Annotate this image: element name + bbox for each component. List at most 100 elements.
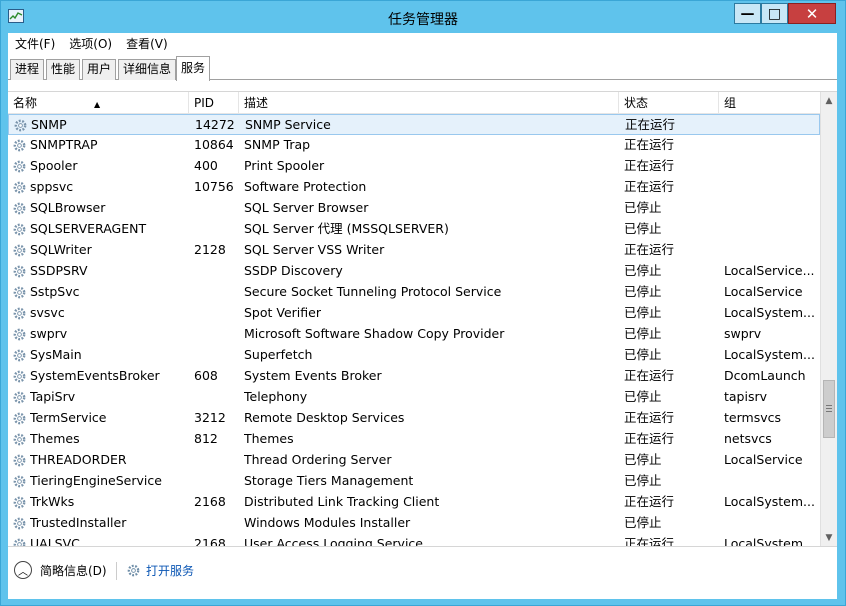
service-pid <box>194 513 240 534</box>
table-row[interactable]: svsvc Spot Verifier 已停止 LocalSystem... <box>8 303 820 324</box>
minimize-icon: — <box>740 5 755 22</box>
table-row[interactable]: SNMPTRAP 10864 SNMP Trap 正在运行 <box>8 135 820 156</box>
service-description: Windows Modules Installer <box>244 515 411 530</box>
close-icon: ✕ <box>805 4 819 23</box>
services-gear-icon <box>127 564 140 577</box>
table-row[interactable]: SysMain Superfetch 已停止 LocalSystem... <box>8 345 820 366</box>
service-description: SQL Server Browser <box>244 200 369 215</box>
table-row[interactable]: SQLWriter 2128 SQL Server VSS Writer 正在运行 <box>8 240 820 261</box>
service-name: SQLSERVERAGENT <box>30 221 147 236</box>
column-header-pid[interactable]: PID <box>189 92 239 114</box>
service-gear-icon <box>13 139 26 152</box>
tab-performance[interactable]: 性能 <box>46 59 81 80</box>
menu-options[interactable]: 选项(O) <box>62 33 119 55</box>
tab-users[interactable]: 用户 <box>82 59 117 80</box>
service-group <box>724 177 818 198</box>
service-description: SQL Server VSS Writer <box>244 242 385 257</box>
service-pid <box>194 219 240 240</box>
menu-view[interactable]: 查看(V) <box>119 33 175 55</box>
footer-bar: ︿ 简略信息(D) 打开服务 <box>8 547 837 599</box>
service-gear-icon <box>13 475 26 488</box>
service-status: 已停止 <box>624 473 662 488</box>
service-status: 已停止 <box>624 305 662 320</box>
menu-file[interactable]: 文件(F) <box>8 33 62 55</box>
scroll-up-button[interactable]: ▲ <box>821 92 837 109</box>
service-name: SystemEventsBroker <box>30 368 160 383</box>
vertical-scrollbar[interactable]: ▲ ▼ <box>820 92 837 546</box>
table-row[interactable]: SstpSvc Secure Socket Tunneling Protocol … <box>8 282 820 303</box>
service-pid: 3212 <box>194 410 226 425</box>
service-status: 正在运行 <box>624 242 675 257</box>
service-status: 已停止 <box>624 452 662 467</box>
table-row[interactable]: TieringEngineService Storage Tiers Manage… <box>8 471 820 492</box>
scroll-thumb[interactable] <box>823 380 835 438</box>
maximize-icon: □ <box>767 5 782 22</box>
service-group: LocalSystem... <box>724 494 815 509</box>
service-group <box>724 513 818 534</box>
column-header-description[interactable]: 描述 <box>239 92 619 114</box>
service-gear-icon <box>13 223 26 236</box>
service-group: swprv <box>724 326 762 341</box>
service-status: 已停止 <box>624 221 662 236</box>
table-row[interactable]: SNMP 14272 SNMP Service 正在运行 <box>8 114 820 135</box>
table-row[interactable]: Spooler 400 Print Spooler 正在运行 <box>8 156 820 177</box>
service-status: 正在运行 <box>624 137 675 152</box>
service-description: Software Protection <box>244 179 367 194</box>
service-description: Microsoft Software Shadow Copy Provider <box>244 326 505 341</box>
service-pid <box>194 345 240 366</box>
table-row[interactable]: Themes 812 Themes 正在运行 netsvcs <box>8 429 820 450</box>
table-row[interactable]: TrustedInstaller Windows Modules Installe… <box>8 513 820 534</box>
service-name: SysMain <box>30 347 82 362</box>
table-row[interactable]: THREADORDER Thread Ordering Server 已停止 Loca… <box>8 450 820 471</box>
service-description: Telephony <box>244 389 308 404</box>
service-gear-icon <box>14 119 27 132</box>
table-row[interactable]: SSDPSRV SSDP Discovery 已停止 LocalService... <box>8 261 820 282</box>
close-button[interactable]: ✕ <box>788 3 836 24</box>
service-pid: 10864 <box>194 137 234 152</box>
service-status: 正在运行 <box>624 179 675 194</box>
column-header-group[interactable]: 组 <box>719 92 820 114</box>
tab-details[interactable]: 详细信息 <box>118 59 177 80</box>
table-row[interactable]: UALSVC 2168 User Access Logging Service 正在运… <box>8 534 820 546</box>
service-pid <box>194 282 240 303</box>
service-group <box>724 135 818 156</box>
table-row[interactable]: SQLBrowser SQL Server Browser 已停止 <box>8 198 820 219</box>
table-row[interactable]: SQLSERVERAGENT SQL Server 代理 (MSSQLSERVER… <box>8 219 820 240</box>
service-status: 已停止 <box>624 326 662 341</box>
tab-processes[interactable]: 进程 <box>10 59 45 80</box>
service-pid: 2168 <box>194 494 226 509</box>
table-row[interactable]: TapiSrv Telephony 已停止 tapisrv <box>8 387 820 408</box>
service-group: LocalSystem... <box>724 305 815 320</box>
table-row[interactable]: swprv Microsoft Software Shadow Copy Prov… <box>8 324 820 345</box>
title-bar[interactable]: 任务管理器 — □ ✕ <box>1 1 845 33</box>
column-header-status[interactable]: 状态 <box>619 92 719 114</box>
service-group: LocalSystem... <box>724 347 815 362</box>
service-name: SstpSvc <box>30 284 80 299</box>
table-row[interactable]: TrkWks 2168 Distributed Link Tracking Clie… <box>8 492 820 513</box>
tab-services[interactable]: 服务 <box>176 56 211 81</box>
service-group: LocalService <box>724 452 803 467</box>
service-description: System Events Broker <box>244 368 382 383</box>
column-header-name[interactable]: 名称 ▲ <box>8 92 189 114</box>
table-row[interactable]: TermService 3212 Remote Desktop Services 正在… <box>8 408 820 429</box>
service-gear-icon <box>13 328 26 341</box>
service-description: Thread Ordering Server <box>244 452 392 467</box>
maximize-button[interactable]: □ <box>761 3 788 24</box>
window-title: 任务管理器 <box>388 12 458 28</box>
service-name: SSDPSRV <box>30 263 88 278</box>
scroll-down-button[interactable]: ▼ <box>821 529 837 546</box>
service-status: 已停止 <box>624 389 662 404</box>
minimize-button[interactable]: — <box>734 3 761 24</box>
open-services-link[interactable]: 打开服务 <box>126 562 194 579</box>
service-gear-icon <box>13 181 26 194</box>
service-status: 已停止 <box>624 515 662 530</box>
service-pid <box>194 303 240 324</box>
service-name: sppsvc <box>30 179 74 194</box>
service-name: swprv <box>30 326 68 341</box>
service-pid: 400 <box>194 158 218 173</box>
service-name: THREADORDER <box>30 452 127 467</box>
fewer-details-button[interactable]: ︿ 简略信息(D) <box>14 561 107 579</box>
table-row[interactable]: SystemEventsBroker 608 System Events Broke… <box>8 366 820 387</box>
table-row[interactable]: sppsvc 10756 Software Protection 正在运行 <box>8 177 820 198</box>
service-status: 正在运行 <box>624 494 675 509</box>
